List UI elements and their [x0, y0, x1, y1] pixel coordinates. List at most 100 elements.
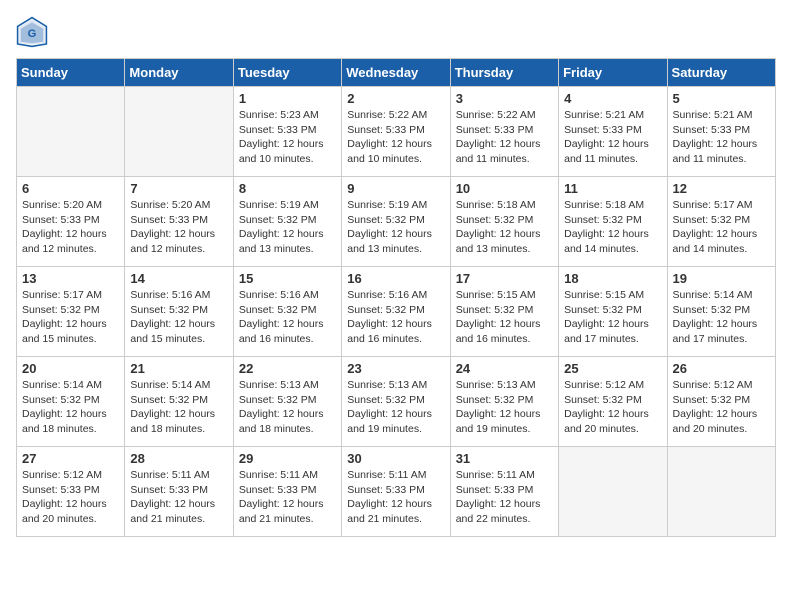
calendar-cell: 28 Sunrise: 5:11 AM Sunset: 5:33 PM Dayli… [125, 447, 233, 537]
calendar-cell: 13 Sunrise: 5:17 AM Sunset: 5:32 PM Dayli… [17, 267, 125, 357]
day-info: Sunrise: 5:13 AM Sunset: 5:32 PM Dayligh… [239, 378, 336, 437]
day-number: 7 [130, 181, 227, 196]
day-number: 18 [564, 271, 661, 286]
week-row-5: 27 Sunrise: 5:12 AM Sunset: 5:33 PM Dayli… [17, 447, 776, 537]
day-number: 2 [347, 91, 444, 106]
day-number: 10 [456, 181, 553, 196]
day-info: Sunrise: 5:18 AM Sunset: 5:32 PM Dayligh… [564, 198, 661, 257]
day-number: 8 [239, 181, 336, 196]
calendar-cell: 6 Sunrise: 5:20 AM Sunset: 5:33 PM Daylig… [17, 177, 125, 267]
calendar: SundayMondayTuesdayWednesdayThursdayFrid… [16, 58, 776, 537]
day-number: 22 [239, 361, 336, 376]
day-info: Sunrise: 5:21 AM Sunset: 5:33 PM Dayligh… [564, 108, 661, 167]
calendar-cell: 19 Sunrise: 5:14 AM Sunset: 5:32 PM Dayli… [667, 267, 775, 357]
logo: G [16, 16, 52, 48]
calendar-cell: 26 Sunrise: 5:12 AM Sunset: 5:32 PM Dayli… [667, 357, 775, 447]
week-row-4: 20 Sunrise: 5:14 AM Sunset: 5:32 PM Dayli… [17, 357, 776, 447]
calendar-cell: 11 Sunrise: 5:18 AM Sunset: 5:32 PM Dayli… [559, 177, 667, 267]
calendar-cell: 22 Sunrise: 5:13 AM Sunset: 5:32 PM Dayli… [233, 357, 341, 447]
calendar-cell: 4 Sunrise: 5:21 AM Sunset: 5:33 PM Daylig… [559, 87, 667, 177]
day-info: Sunrise: 5:16 AM Sunset: 5:32 PM Dayligh… [347, 288, 444, 347]
calendar-cell: 27 Sunrise: 5:12 AM Sunset: 5:33 PM Dayli… [17, 447, 125, 537]
week-row-1: 1 Sunrise: 5:23 AM Sunset: 5:33 PM Daylig… [17, 87, 776, 177]
header: G [16, 16, 776, 48]
day-number: 16 [347, 271, 444, 286]
calendar-cell: 31Sunrise: 5:11 AM Sunset: 5:33 PM Dayli… [450, 447, 558, 537]
calendar-cell [559, 447, 667, 537]
week-row-2: 6 Sunrise: 5:20 AM Sunset: 5:33 PM Daylig… [17, 177, 776, 267]
calendar-cell: 29 Sunrise: 5:11 AM Sunset: 5:33 PM Dayli… [233, 447, 341, 537]
calendar-cell: 20 Sunrise: 5:14 AM Sunset: 5:32 PM Dayli… [17, 357, 125, 447]
day-info: Sunrise: 5:17 AM Sunset: 5:32 PM Dayligh… [22, 288, 119, 347]
day-info: Sunrise: 5:17 AM Sunset: 5:32 PM Dayligh… [673, 198, 770, 257]
day-info: Sunrise: 5:14 AM Sunset: 5:32 PM Dayligh… [22, 378, 119, 437]
day-info: Sunrise: 5:19 AM Sunset: 5:32 PM Dayligh… [347, 198, 444, 257]
calendar-cell: 14 Sunrise: 5:16 AM Sunset: 5:32 PM Dayli… [125, 267, 233, 357]
day-info: Sunrise: 5:11 AM Sunset: 5:33 PM Dayligh… [347, 468, 444, 527]
day-info: Sunrise: 5:12 AM Sunset: 5:33 PM Dayligh… [22, 468, 119, 527]
day-number: 31 [456, 451, 553, 466]
day-info: Sunrise: 5:14 AM Sunset: 5:32 PM Dayligh… [673, 288, 770, 347]
calendar-cell: 10 Sunrise: 5:18 AM Sunset: 5:32 PM Dayli… [450, 177, 558, 267]
calendar-cell: 2 Sunrise: 5:22 AM Sunset: 5:33 PM Daylig… [342, 87, 450, 177]
day-info: Sunrise: 5:23 AM Sunset: 5:33 PM Dayligh… [239, 108, 336, 167]
header-row: SundayMondayTuesdayWednesdayThursdayFrid… [17, 59, 776, 87]
day-info: Sunrise: 5:14 AM Sunset: 5:32 PM Dayligh… [130, 378, 227, 437]
day-number: 27 [22, 451, 119, 466]
calendar-cell: 1 Sunrise: 5:23 AM Sunset: 5:33 PM Daylig… [233, 87, 341, 177]
day-number: 19 [673, 271, 770, 286]
day-number: 4 [564, 91, 661, 106]
calendar-cell: 8 Sunrise: 5:19 AM Sunset: 5:32 PM Daylig… [233, 177, 341, 267]
day-number: 12 [673, 181, 770, 196]
day-number: 1 [239, 91, 336, 106]
day-header-tuesday: Tuesday [233, 59, 341, 87]
day-info: Sunrise: 5:12 AM Sunset: 5:32 PM Dayligh… [673, 378, 770, 437]
day-info: Sunrise: 5:11 AM Sunset: 5:33 PM Dayligh… [239, 468, 336, 527]
day-header-saturday: Saturday [667, 59, 775, 87]
day-number: 28 [130, 451, 227, 466]
day-info: Sunrise: 5:19 AM Sunset: 5:32 PM Dayligh… [239, 198, 336, 257]
day-info: Sunrise: 5:15 AM Sunset: 5:32 PM Dayligh… [456, 288, 553, 347]
day-header-sunday: Sunday [17, 59, 125, 87]
day-number: 20 [22, 361, 119, 376]
day-number: 11 [564, 181, 661, 196]
day-number: 26 [673, 361, 770, 376]
day-number: 6 [22, 181, 119, 196]
calendar-cell: 9 Sunrise: 5:19 AM Sunset: 5:32 PM Daylig… [342, 177, 450, 267]
day-number: 23 [347, 361, 444, 376]
calendar-cell: 24Sunrise: 5:13 AM Sunset: 5:32 PM Dayli… [450, 357, 558, 447]
day-info: Sunrise: 5:22 AM Sunset: 5:33 PM Dayligh… [347, 108, 444, 167]
day-info: Sunrise: 5:12 AM Sunset: 5:32 PM Dayligh… [564, 378, 661, 437]
logo-icon: G [16, 16, 48, 48]
day-number: 15 [239, 271, 336, 286]
day-number: 5 [673, 91, 770, 106]
day-number: 3 [456, 91, 553, 106]
calendar-cell: 30 Sunrise: 5:11 AM Sunset: 5:33 PM Dayli… [342, 447, 450, 537]
svg-text:G: G [28, 28, 37, 40]
day-number: 9 [347, 181, 444, 196]
week-row-3: 13 Sunrise: 5:17 AM Sunset: 5:32 PM Dayli… [17, 267, 776, 357]
day-info: Sunrise: 5:20 AM Sunset: 5:33 PM Dayligh… [22, 198, 119, 257]
day-info: Sunrise: 5:11 AM Sunset: 5:33 PM Dayligh… [130, 468, 227, 527]
calendar-cell [17, 87, 125, 177]
calendar-cell: 17 Sunrise: 5:15 AM Sunset: 5:32 PM Dayli… [450, 267, 558, 357]
calendar-cell: 21Sunrise: 5:14 AM Sunset: 5:32 PM Dayli… [125, 357, 233, 447]
day-number: 17 [456, 271, 553, 286]
day-info: Sunrise: 5:13 AM Sunset: 5:32 PM Dayligh… [347, 378, 444, 437]
calendar-cell: 12 Sunrise: 5:17 AM Sunset: 5:32 PM Dayli… [667, 177, 775, 267]
day-number: 14 [130, 271, 227, 286]
day-number: 25 [564, 361, 661, 376]
calendar-cell: 15 Sunrise: 5:16 AM Sunset: 5:32 PM Dayli… [233, 267, 341, 357]
calendar-cell: 16 Sunrise: 5:16 AM Sunset: 5:32 PM Dayli… [342, 267, 450, 357]
day-info: Sunrise: 5:16 AM Sunset: 5:32 PM Dayligh… [239, 288, 336, 347]
day-info: Sunrise: 5:16 AM Sunset: 5:32 PM Dayligh… [130, 288, 227, 347]
calendar-cell [125, 87, 233, 177]
day-info: Sunrise: 5:18 AM Sunset: 5:32 PM Dayligh… [456, 198, 553, 257]
day-number: 13 [22, 271, 119, 286]
day-info: Sunrise: 5:20 AM Sunset: 5:33 PM Dayligh… [130, 198, 227, 257]
day-number: 30 [347, 451, 444, 466]
day-info: Sunrise: 5:21 AM Sunset: 5:33 PM Dayligh… [673, 108, 770, 167]
day-header-friday: Friday [559, 59, 667, 87]
calendar-cell: 5 Sunrise: 5:21 AM Sunset: 5:33 PM Daylig… [667, 87, 775, 177]
day-number: 29 [239, 451, 336, 466]
